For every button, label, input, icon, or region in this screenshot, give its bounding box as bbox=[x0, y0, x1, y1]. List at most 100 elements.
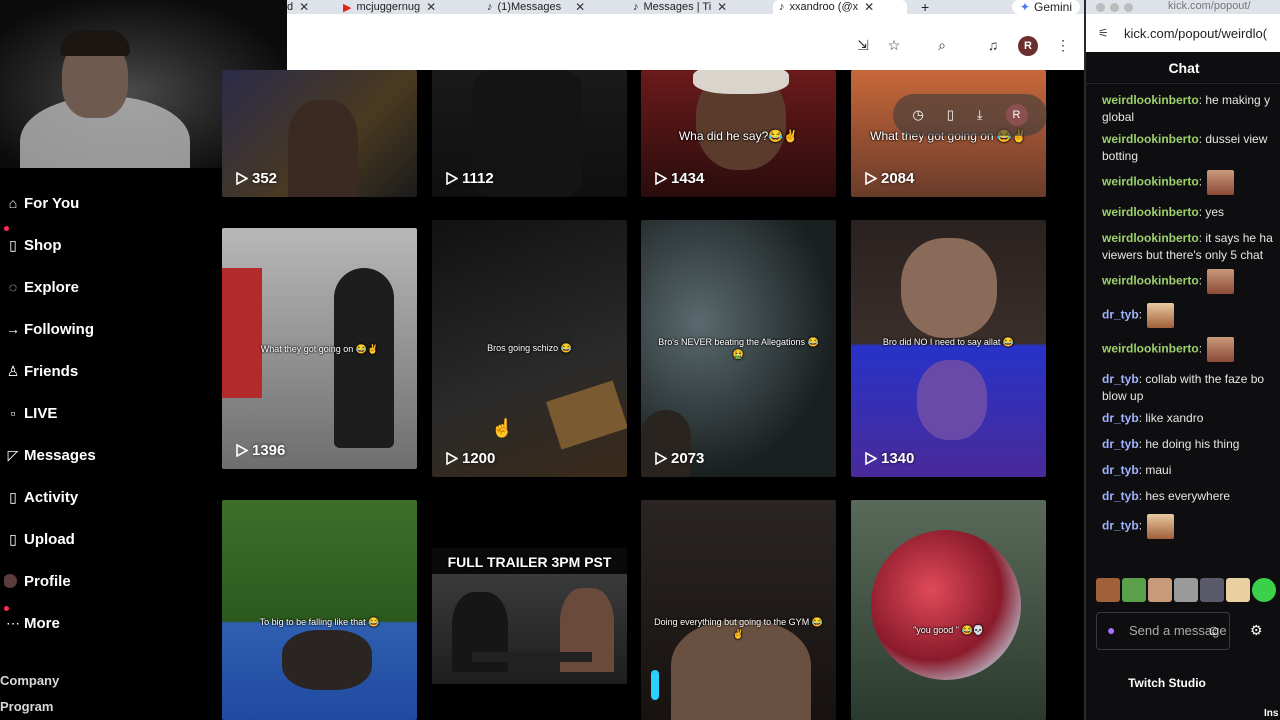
close-icon[interactable]: ✕ bbox=[575, 0, 585, 14]
twitch-studio-label[interactable]: Twitch Studio bbox=[1086, 676, 1248, 690]
sidebar-item-following[interactable]: → Following bbox=[0, 308, 200, 350]
chat-text: like xandro bbox=[1142, 411, 1204, 425]
view-count-value: 1200 bbox=[462, 450, 496, 467]
view-count-value: 2073 bbox=[671, 450, 705, 467]
video-tile[interactable]: Bro did NO I need to say allat 😂 1340 bbox=[851, 220, 1046, 477]
chat-username[interactable]: weirdlookinberto bbox=[1102, 175, 1199, 189]
lens-icon[interactable]: ⌕ bbox=[933, 36, 951, 54]
tab[interactable]: d ✕ bbox=[287, 0, 323, 14]
chat-username[interactable]: weirdlookinberto bbox=[1102, 93, 1199, 107]
video-tile[interactable]: Doing everything but going to the GYM 😂✌… bbox=[641, 500, 836, 720]
video-tile[interactable]: 352 bbox=[222, 70, 417, 197]
close-icon[interactable]: ✕ bbox=[717, 0, 727, 14]
new-tab-button[interactable]: + bbox=[921, 0, 937, 14]
video-tile[interactable]: To big to be falling like that 😂 bbox=[222, 500, 417, 720]
sidebar-item-messages[interactable]: ◸ Messages bbox=[0, 434, 200, 476]
emote-icon[interactable] bbox=[1226, 578, 1250, 602]
sidebar-item-more[interactable]: ⋯ More bbox=[0, 602, 200, 644]
chat-username[interactable]: dr_tyb bbox=[1102, 308, 1139, 322]
install-icon[interactable]: ⇲ bbox=[854, 36, 872, 54]
close-icon[interactable]: ✕ bbox=[864, 0, 874, 14]
plus-icon: + bbox=[921, 0, 930, 14]
video-caption: Wha did he say?😂✌️ bbox=[678, 129, 799, 143]
sidebar-item-explore[interactable]: ◌ Explore bbox=[0, 266, 200, 308]
sidebar-item-activity[interactable]: ▯ Activity bbox=[0, 476, 200, 518]
emoji-icon[interactable]: ☺ bbox=[1207, 623, 1221, 637]
chat-input[interactable]: ● Send a message ☺ bbox=[1096, 612, 1230, 650]
microphone-icon[interactable]: ● bbox=[1107, 623, 1115, 637]
footer-link-company[interactable]: Company bbox=[0, 673, 59, 688]
activity-icon: ▯ bbox=[9, 488, 17, 505]
chat-username[interactable]: weirdlookinberto bbox=[1102, 342, 1199, 356]
minimize-dot-icon[interactable] bbox=[1110, 3, 1119, 12]
chat-username[interactable]: dr_tyb bbox=[1102, 437, 1139, 451]
video-tile[interactable]: What they got going on 😂✌️ 1396 bbox=[222, 228, 417, 469]
maximize-dot-icon[interactable] bbox=[1124, 3, 1133, 12]
sidebar-item-profile[interactable]: Profile bbox=[0, 560, 200, 602]
view-count-value: 1396 bbox=[252, 442, 286, 459]
profile-avatar[interactable]: R bbox=[1005, 104, 1028, 126]
tab[interactable]: ♪ (1)Messages ✕ bbox=[487, 0, 611, 14]
site-settings-icon[interactable]: ⚟ bbox=[1098, 26, 1109, 40]
chat-message: dr_tyb: like xandro bbox=[1102, 411, 1204, 425]
video-tile[interactable]: FULL TRAILER 3PM PST bbox=[432, 548, 627, 684]
profile-avatar[interactable]: R bbox=[1018, 36, 1038, 56]
emote-icon[interactable] bbox=[1096, 578, 1120, 602]
chat-username[interactable]: dr_tyb bbox=[1102, 519, 1139, 533]
sidebar-item-friends[interactable]: ♙ Friends bbox=[0, 350, 200, 392]
popout-url-bar[interactable]: ⚟ kick.com/popout/weirdlo( bbox=[1086, 14, 1280, 52]
video-caption: Bros going schizo 😂 bbox=[487, 343, 572, 353]
chat-message: weirdlookinberto: yes bbox=[1102, 205, 1225, 219]
video-thumbnail-object bbox=[545, 380, 627, 450]
emote-icon[interactable] bbox=[1200, 578, 1224, 602]
popout-url: kick.com/popout/weirdlo( bbox=[1124, 25, 1268, 41]
video-tile[interactable]: 1112 bbox=[432, 70, 627, 197]
video-caption: To big to be falling like that 😂 bbox=[259, 617, 380, 627]
chat-text: hes everywhere bbox=[1142, 489, 1231, 503]
video-thumbnail-figure bbox=[901, 238, 997, 338]
view-count-value: 352 bbox=[252, 170, 278, 187]
emote-quick-bar bbox=[1096, 578, 1276, 602]
close-icon[interactable]: ✕ bbox=[426, 0, 436, 14]
chat-username[interactable]: weirdlookinberto bbox=[1102, 274, 1199, 288]
close-dot-icon[interactable] bbox=[1096, 3, 1105, 12]
view-count: 2073 bbox=[655, 450, 704, 467]
video-tile[interactable]: "you good " 😂💀 bbox=[851, 500, 1046, 720]
video-tile[interactable]: Bro's NEVER beating the Allegations 😂🤮 2… bbox=[641, 220, 836, 477]
chat-username[interactable]: dr_tyb bbox=[1102, 411, 1139, 425]
gemini-button[interactable]: ✦ Gemini bbox=[1011, 0, 1080, 14]
gear-icon[interactable]: ⚙ bbox=[1250, 622, 1263, 639]
emote-icon[interactable] bbox=[1174, 578, 1198, 602]
sidebar-item-upload[interactable]: ▯ Upload bbox=[0, 518, 200, 560]
download-icon[interactable]: ⤓ bbox=[977, 107, 983, 123]
media-icon[interactable]: ♫ bbox=[984, 36, 1002, 54]
chat-username[interactable]: dr_tyb bbox=[1102, 372, 1139, 386]
tab[interactable]: ♪ Messages | Ti ✕ bbox=[633, 0, 757, 14]
video-tile[interactable]: Wha did he say?😂✌️ 1434 bbox=[641, 70, 836, 197]
chat-message: dr_tyb: he doing his thing bbox=[1102, 437, 1240, 451]
emote-icon[interactable] bbox=[1252, 578, 1276, 602]
close-icon[interactable]: ✕ bbox=[299, 0, 309, 14]
footer-link-program[interactable]: Program bbox=[0, 699, 53, 714]
sidebar-item-for-you[interactable]: ⌂ For You bbox=[0, 182, 200, 224]
chat-username[interactable]: weirdlookinberto bbox=[1102, 132, 1199, 146]
chat-username[interactable]: weirdlookinberto bbox=[1102, 205, 1199, 219]
chat-username[interactable]: dr_tyb bbox=[1102, 463, 1139, 477]
more-notification-dot bbox=[4, 606, 9, 611]
video-thumbnail-bubble bbox=[871, 530, 1021, 680]
bookmark-star-icon[interactable]: ☆ bbox=[885, 36, 903, 54]
menu-kebab-icon[interactable]: ⋮ bbox=[1054, 36, 1072, 54]
sidebar-item-live[interactable]: ▫ LIVE bbox=[0, 392, 200, 434]
chat-username[interactable]: weirdlookinberto bbox=[1102, 231, 1199, 245]
popout-titlebar: kick.com/popout/ bbox=[1086, 0, 1280, 14]
clock-icon[interactable]: ◷ bbox=[912, 107, 923, 123]
chat-username[interactable]: dr_tyb bbox=[1102, 489, 1139, 503]
sidebar-item-shop[interactable]: ▯ Shop bbox=[0, 224, 200, 266]
video-tile[interactable]: Bros going schizo 😂 1200 bbox=[432, 220, 627, 477]
gemini-icon: ✦ bbox=[1019, 0, 1030, 14]
emote-icon[interactable] bbox=[1148, 578, 1172, 602]
phone-icon[interactable]: ▯ bbox=[947, 107, 954, 123]
tab-active[interactable]: ♪ xxandroo (@x ✕ bbox=[773, 0, 907, 14]
tab[interactable]: ▶ mcjuggernug ✕ bbox=[343, 0, 467, 14]
emote-icon[interactable] bbox=[1122, 578, 1146, 602]
